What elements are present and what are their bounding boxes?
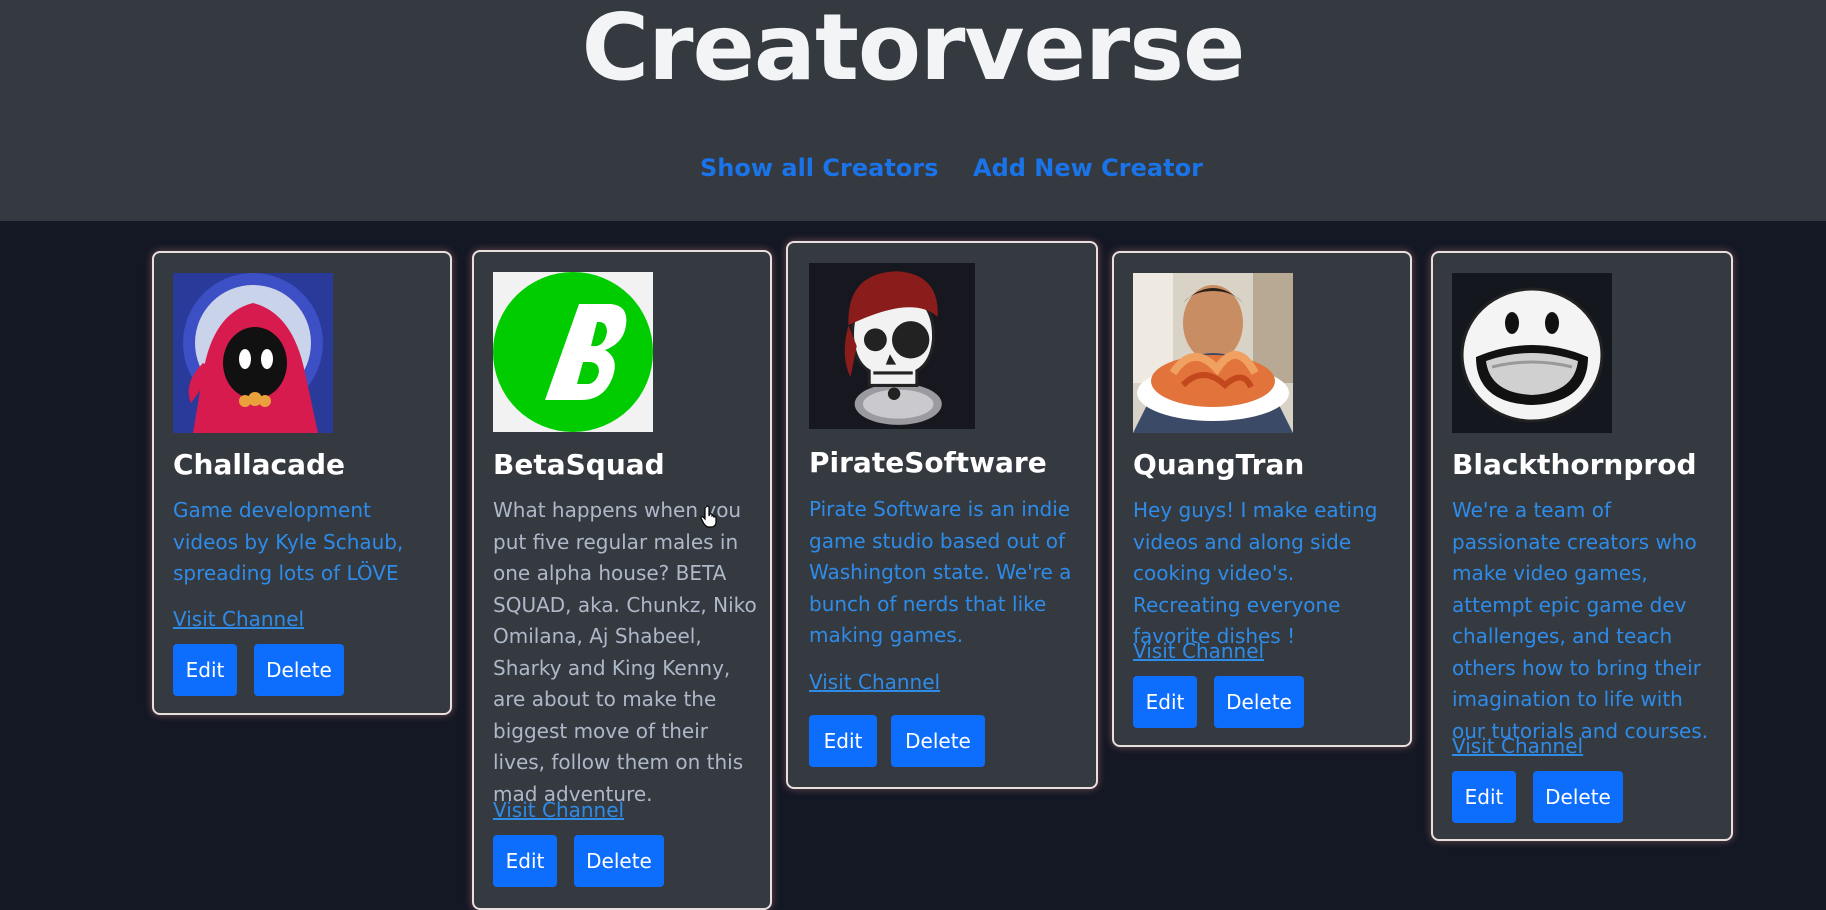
visit-channel-link[interactable]: Visit Channel [1133, 637, 1264, 665]
creator-name: Blackthornprod [1452, 448, 1697, 481]
creator-description: What happens when you put five regular m… [493, 498, 757, 806]
green-b-logo-icon [493, 272, 653, 432]
add-new-creator-link[interactable]: Add New Creator [973, 150, 1203, 186]
edit-button[interactable]: Edit [493, 835, 557, 887]
creator-description: Hey guys! I make eating videos and along… [1133, 498, 1378, 648]
creator-name: BetaSquad [493, 448, 665, 481]
visit-channel-link[interactable]: Visit Channel [809, 668, 940, 696]
creator-name: PirateSoftware [809, 446, 1047, 479]
show-all-creators-link[interactable]: Show all Creators [700, 150, 938, 186]
delete-button[interactable]: Delete [1214, 676, 1304, 728]
edit-button[interactable]: Edit [809, 715, 877, 767]
edit-button[interactable]: Edit [173, 644, 237, 696]
hand-cursor-icon [700, 505, 720, 533]
delete-button[interactable]: Delete [254, 644, 344, 696]
creator-description: Pirate Software is an indie game studio … [809, 497, 1072, 647]
creator-card-quangtran: QuangTran Hey guys! I make eating videos… [1112, 251, 1412, 747]
visit-channel-link[interactable]: Visit Channel [173, 605, 304, 633]
pirate-skull-icon [809, 263, 975, 429]
creator-description: We're a team of passionate creators who … [1452, 498, 1709, 743]
visit-channel-link[interactable]: Visit Channel [493, 796, 624, 824]
visit-channel-link[interactable]: Visit Channel [1452, 732, 1583, 760]
site-header: Creatorverse Show all Creators Add New C… [0, 0, 1826, 221]
person-eating-noodles-photo [1133, 273, 1293, 433]
red-hooded-character-icon [173, 273, 333, 433]
creator-card-challacade: Challacade Game development videos by Ky… [152, 251, 452, 715]
delete-button[interactable]: Delete [1533, 771, 1623, 823]
creator-card-blackthornprod: Blackthornprod We're a team of passionat… [1431, 251, 1733, 841]
smiling-face-logo-icon [1452, 273, 1612, 433]
delete-button[interactable]: Delete [891, 715, 985, 767]
creator-description: Game development videos by Kyle Schaub, … [173, 498, 404, 585]
creator-card-betasquad: BetaSquad What happens when you put five… [472, 250, 772, 910]
creator-name: Challacade [173, 448, 345, 481]
creator-name: QuangTran [1133, 448, 1305, 481]
delete-button[interactable]: Delete [574, 835, 664, 887]
creator-card-piratesoftware: PirateSoftware Pirate Software is an ind… [786, 241, 1098, 789]
site-title: Creatorverse [581, 0, 1246, 101]
edit-button[interactable]: Edit [1452, 771, 1516, 823]
edit-button[interactable]: Edit [1133, 676, 1197, 728]
